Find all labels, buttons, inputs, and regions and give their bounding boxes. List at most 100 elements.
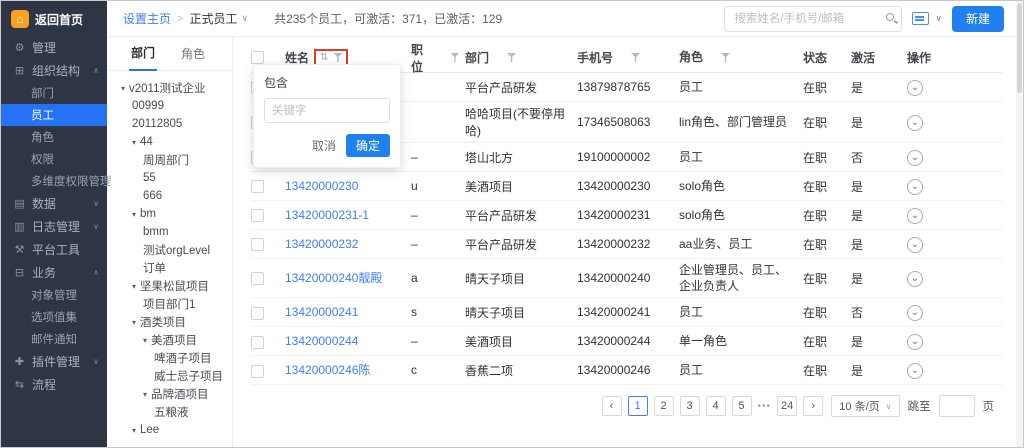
sidebar-item[interactable]: ✚插件管理∨	[1, 350, 107, 373]
prev-page-button[interactable]: ‹	[602, 396, 622, 416]
page-button[interactable]: 5	[732, 396, 752, 416]
sidebar-item[interactable]: 角色	[1, 126, 107, 148]
tree-item[interactable]: ▾美酒项目	[107, 331, 232, 349]
row-actions-icon[interactable]: ⌄	[907, 208, 923, 224]
tree-item[interactable]: 威士忌子项目	[107, 367, 232, 385]
row-checkbox[interactable]	[251, 238, 264, 251]
tree-item[interactable]: ▾44	[107, 133, 232, 151]
create-button[interactable]: 新建	[952, 6, 1004, 32]
sidebar-item-label: 权限	[31, 151, 54, 167]
row-checkbox[interactable]	[251, 180, 264, 193]
sidebar-item[interactable]: ▥日志管理∨	[1, 215, 107, 238]
tree-item[interactable]: 周周部门	[107, 151, 232, 169]
table-row: 13420000231-1–平台产品研发13420000231solo角色在职是…	[251, 201, 1002, 230]
active-cell: 是	[851, 178, 907, 195]
filter-icon[interactable]	[451, 53, 459, 62]
row-checkbox[interactable]	[251, 209, 264, 222]
page-button[interactable]: 1	[628, 396, 648, 416]
select-all-checkbox[interactable]	[251, 51, 264, 64]
tree-item[interactable]: 00999	[107, 97, 232, 115]
row-checkbox[interactable]	[251, 272, 264, 285]
row-checkbox[interactable]	[251, 307, 264, 320]
employee-name-link[interactable]: 13420000231-1	[285, 207, 369, 223]
filter-confirm-button[interactable]: 确定	[346, 134, 390, 157]
sidebar-item[interactable]: 权限	[1, 148, 107, 170]
tree-item[interactable]: 测试orgLevel	[107, 241, 232, 259]
breadcrumb-current[interactable]: 正式员工	[189, 10, 237, 27]
search-input[interactable]	[724, 6, 902, 32]
filter-keyword-input[interactable]	[264, 98, 390, 123]
row-checkbox[interactable]	[251, 336, 264, 349]
employee-name-link[interactable]: 13420000244	[285, 333, 358, 349]
employee-name-link[interactable]: 13420000232	[285, 236, 358, 252]
page-button[interactable]: 2	[654, 396, 674, 416]
scrollbar-thumb[interactable]	[1017, 3, 1022, 93]
sidebar-item[interactable]: 邮件通知	[1, 328, 107, 350]
tree-item[interactable]: ▾品牌酒项目	[107, 385, 232, 403]
sidebar-item[interactable]: 选项值集	[1, 306, 107, 328]
tree-item[interactable]: 55	[107, 169, 232, 187]
filter-icon[interactable]	[631, 53, 640, 62]
sidebar-item[interactable]: 多维度权限管理	[1, 170, 107, 192]
filter-icon[interactable]	[721, 53, 730, 62]
page-button[interactable]: 3	[680, 396, 700, 416]
row-actions-icon[interactable]: ⌄	[907, 305, 923, 321]
breadcrumb-home-link[interactable]: 设置主页	[123, 10, 171, 27]
filter-cancel-button[interactable]: 取消	[312, 137, 336, 154]
employee-name-link[interactable]: 13420000241	[285, 304, 358, 320]
tree-item[interactable]: 啤酒子项目	[107, 349, 232, 367]
back-home-button[interactable]: ⌂ 返回首页	[1, 1, 107, 36]
tab-role[interactable]: 角色	[179, 37, 207, 70]
row-actions-icon[interactable]: ⌄	[907, 363, 923, 379]
row-actions-icon[interactable]: ⌄	[907, 115, 923, 131]
sidebar-item[interactable]: ⚒平台工具	[1, 238, 107, 261]
tree-item[interactable]: ▾Lee	[107, 421, 232, 439]
employee-name-link[interactable]: 13420000246陈	[285, 362, 370, 378]
row-actions-icon[interactable]: ⌄	[907, 80, 923, 96]
sidebar-item[interactable]: ⚙管理	[1, 36, 107, 59]
page-button[interactable]: 4	[706, 396, 726, 416]
sidebar-item[interactable]: 员工	[1, 104, 107, 126]
tree-item[interactable]: 订单	[107, 259, 232, 277]
row-actions-icon[interactable]: ⌄	[907, 334, 923, 350]
row-checkbox[interactable]	[251, 365, 264, 378]
tree-item[interactable]: 五粮液	[107, 403, 232, 421]
tree-item[interactable]: 项目部门1	[107, 295, 232, 313]
sidebar-item[interactable]: ⇆流程	[1, 373, 107, 396]
filter-icon[interactable]	[333, 53, 342, 62]
employee-name-link[interactable]: 13420000230	[285, 178, 358, 194]
scrollbar[interactable]	[1016, 1, 1023, 447]
filter-icon[interactable]	[507, 53, 516, 62]
tree-item[interactable]: ▾v2011测试企业	[107, 79, 232, 97]
tree-item[interactable]: 666	[107, 187, 232, 205]
tree-item[interactable]: 20112805	[107, 115, 232, 133]
page-size-select[interactable]: 10 条/页 ∨	[831, 395, 899, 417]
row-actions-icon[interactable]: ⌄	[907, 237, 923, 253]
card-view-icon[interactable]	[912, 12, 929, 25]
role-cell: 员工	[679, 304, 803, 320]
tree-item[interactable]: ▾酒类项目	[107, 313, 232, 331]
chevron-down-icon[interactable]: ∨	[935, 13, 942, 24]
sidebar-item[interactable]: ▤数据∨	[1, 192, 107, 215]
tree-item[interactable]: ▾坚果松鼠项目	[107, 277, 232, 295]
tree-item[interactable]: bmm	[107, 223, 232, 241]
page-button[interactable]: 24	[777, 396, 797, 416]
sidebar-item[interactable]: 对象管理	[1, 284, 107, 306]
table-row: 13420000240靓殿a晴天子项目13420000240企业管理员、员工、企…	[251, 259, 1002, 298]
sort-icon[interactable]: ⇅	[320, 53, 328, 63]
next-page-button[interactable]: ›	[803, 396, 823, 416]
sidebar-item[interactable]: ⊞组织结构∧	[1, 59, 107, 82]
search-icon[interactable]	[886, 13, 894, 21]
column-label: 职位	[411, 41, 433, 75]
tab-department[interactable]: 部门	[129, 37, 157, 71]
chevron-down-icon[interactable]: ∨	[241, 13, 248, 24]
jump-page-input[interactable]	[939, 395, 975, 417]
employee-name-link[interactable]: 13420000240靓殿	[285, 270, 382, 286]
row-actions-icon[interactable]: ⌄	[907, 271, 923, 287]
sidebar-item[interactable]: 部门	[1, 82, 107, 104]
sidebar-item[interactable]: ⊟业务∧	[1, 261, 107, 284]
tree-item[interactable]: ▾bm	[107, 205, 232, 223]
row-actions-icon[interactable]: ⌄	[907, 150, 923, 166]
row-actions-icon[interactable]: ⌄	[907, 179, 923, 195]
tree-item-label: 20112805	[132, 118, 182, 130]
